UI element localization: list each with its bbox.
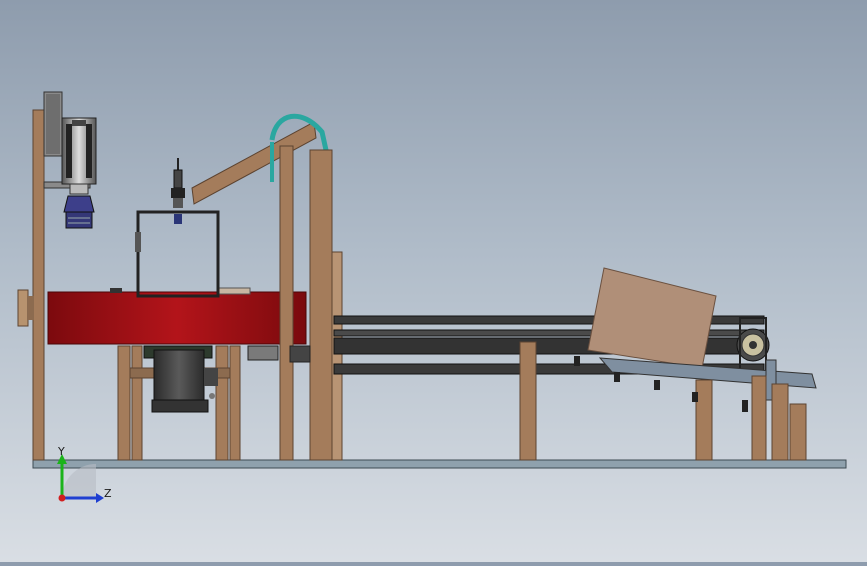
base-plate xyxy=(32,459,847,469)
nozzle-frame xyxy=(136,210,220,298)
coupling-block xyxy=(289,345,311,363)
post-mid-3 xyxy=(331,251,343,461)
angled-arm xyxy=(191,121,317,205)
drum-end-cap xyxy=(17,289,29,327)
drum-top-plate xyxy=(217,287,251,295)
frame-clip xyxy=(135,232,141,252)
y-axis-label: Y xyxy=(57,445,65,458)
assembly-drawing: Y Z xyxy=(17,91,847,503)
coupling xyxy=(247,345,279,361)
motor-icon[interactable] xyxy=(61,117,97,229)
conveyor-leg-2 xyxy=(695,379,713,461)
tilted-panel xyxy=(587,267,717,369)
triad-origin xyxy=(58,494,66,502)
drum-end-hub xyxy=(28,296,34,320)
z-axis-head xyxy=(96,493,104,503)
motor-bracket-inner xyxy=(46,94,60,154)
orientation-triad[interactable]: Y Z xyxy=(57,445,112,503)
left-post xyxy=(32,109,45,461)
pulley-icon[interactable] xyxy=(736,328,770,362)
post-mid-2 xyxy=(309,149,333,461)
post-mid-1 xyxy=(279,145,294,461)
triad-arc xyxy=(62,464,96,498)
drum-clamp xyxy=(110,288,122,293)
leg-2 xyxy=(131,345,143,461)
motor-icon[interactable] xyxy=(143,345,218,413)
leg-4 xyxy=(229,345,241,461)
leg-3 xyxy=(215,345,229,461)
leg-1 xyxy=(117,345,131,461)
conveyor-leg-1 xyxy=(519,341,537,461)
red-drum xyxy=(47,291,307,345)
nozzle-icon[interactable] xyxy=(171,158,185,224)
cad-viewport[interactable]: Y Z xyxy=(0,0,867,562)
z-axis-label: Z xyxy=(104,487,112,500)
conveyor-leg-3 xyxy=(751,375,767,461)
conveyor-leg-5 xyxy=(789,403,807,461)
conveyor-leg-4 xyxy=(771,383,789,461)
